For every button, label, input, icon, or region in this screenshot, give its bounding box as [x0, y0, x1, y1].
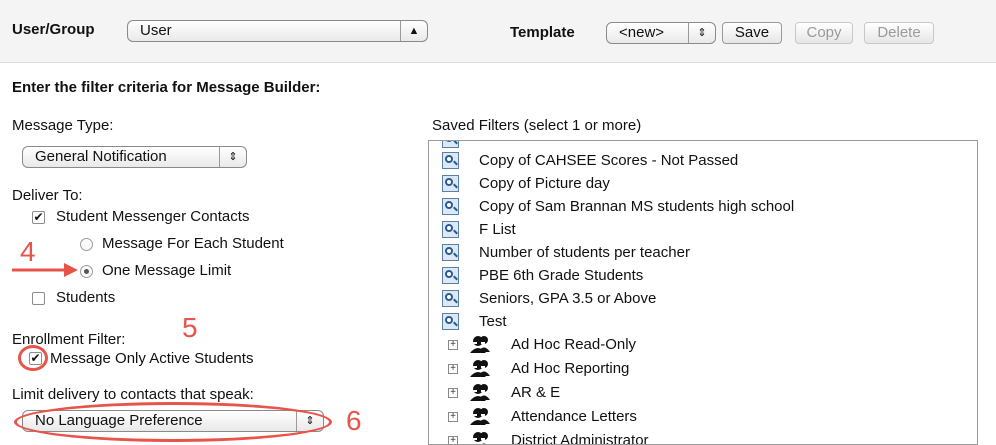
group-icon — [470, 336, 490, 353]
expand-icon[interactable]: + — [448, 388, 458, 398]
group-icon — [472, 432, 488, 444]
message-for-each-student-radio[interactable] — [80, 238, 93, 251]
select-arrows-icon: ⇕ — [688, 23, 715, 43]
list-item-label: Copy of Picture day — [479, 175, 610, 192]
list-item-label: PBE 6th Grade Students — [479, 267, 644, 284]
list-item-label: Seniors, GPA 3.5 or Above — [479, 290, 657, 307]
tree-group-label: Attendance Letters — [511, 408, 637, 425]
save-button[interactable]: Save — [722, 22, 782, 44]
annotation-number-5: 5 — [182, 312, 198, 343]
query-icon — [442, 175, 459, 192]
template-value: <new> — [619, 24, 665, 41]
user-group-label: User/Group — [12, 21, 95, 38]
saved-filters-label: Saved Filters (select 1 or more) — [432, 117, 642, 134]
tree-group-label: Ad Hoc Read-Only — [511, 336, 637, 353]
student-messenger-contacts-checkbox[interactable]: ✔ — [32, 211, 45, 224]
limit-delivery-label: Limit delivery to contacts that speak: — [12, 386, 254, 403]
annotation-highlight-oval — [14, 402, 332, 442]
message-type-value: General Notification — [35, 148, 167, 165]
group-icon — [470, 384, 490, 401]
group-icon — [470, 408, 490, 425]
query-icon — [442, 221, 459, 238]
one-message-limit-radio[interactable] — [80, 265, 93, 278]
list-item-label: Copy of Sam Brannan MS students high sch… — [479, 198, 795, 215]
list-item-label: Test — [479, 313, 507, 330]
query-icon — [442, 290, 459, 307]
message-type-label: Message Type: — [12, 117, 114, 134]
saved-filters-list[interactable]: Copy of CAHSEE Scores - Not Passed Copy … — [428, 140, 978, 445]
expand-icon[interactable]: + — [448, 436, 458, 444]
students-label: Students — [56, 289, 116, 306]
tree-group-label: District Administrator — [511, 432, 649, 445]
student-messenger-contacts-label: Student Messenger Contacts — [56, 208, 250, 225]
tree-group-label: Ad Hoc Reporting — [511, 360, 630, 377]
template-select[interactable]: <new> ⇕ — [606, 22, 716, 44]
message-type-select[interactable]: General Notification ⇕ — [22, 146, 247, 168]
annotation-arrow-icon — [12, 263, 78, 277]
one-message-limit-label: One Message Limit — [102, 262, 232, 279]
user-group-value: User — [140, 22, 172, 39]
tree-group-label: AR & E — [511, 384, 561, 401]
message-only-active-students-label: Message Only Active Students — [50, 350, 254, 367]
query-icon — [442, 152, 459, 169]
select-arrows-icon: ⇕ — [219, 147, 246, 167]
query-icon — [442, 198, 459, 215]
deliver-to-label: Deliver To: — [12, 187, 83, 204]
list-item-label: F List — [479, 221, 516, 238]
form-title: Enter the filter criteria for Message Bu… — [12, 79, 321, 96]
select-arrows-icon: ▲ — [400, 21, 427, 41]
group-icon — [470, 360, 490, 377]
user-group-select[interactable]: User ▲ — [127, 20, 428, 42]
query-icon — [442, 244, 459, 261]
annotation-highlight-circle — [18, 345, 48, 371]
list-item-label: Copy of CAHSEE Scores - Not Passed — [479, 152, 739, 169]
expand-icon[interactable]: + — [448, 364, 458, 374]
top-toolbar: User/Group User ▲ Template <new> ⇕ Save … — [0, 0, 996, 63]
list-item-label: Number of students per teacher — [479, 244, 690, 261]
annotation-number-6: 6 — [346, 405, 362, 436]
query-icon — [442, 313, 459, 330]
students-checkbox[interactable] — [32, 292, 45, 305]
message-for-each-student-label: Message For Each Student — [102, 235, 284, 252]
query-icon — [442, 267, 459, 284]
delete-button[interactable]: Delete — [864, 22, 934, 44]
query-icon — [442, 141, 459, 148]
template-label: Template — [510, 24, 575, 41]
expand-icon[interactable]: + — [448, 412, 458, 422]
copy-button[interactable]: Copy — [795, 22, 853, 44]
expand-icon[interactable]: + — [448, 340, 458, 350]
